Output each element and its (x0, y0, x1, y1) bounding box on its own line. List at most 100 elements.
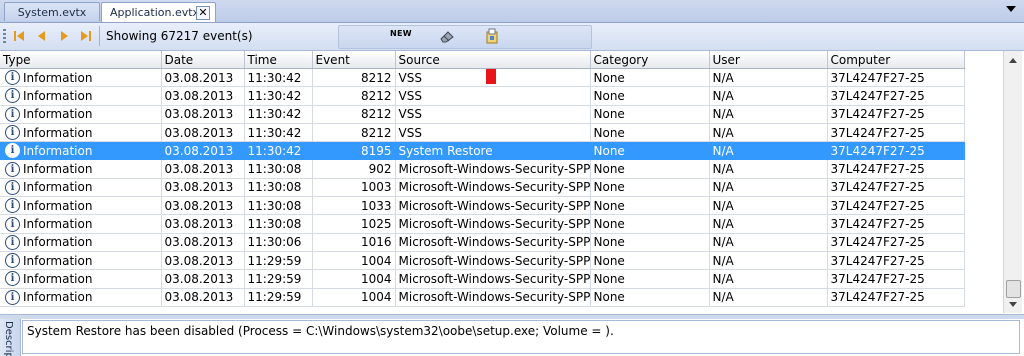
cell-computer: 37L4247F27-25 (827, 251, 965, 271)
cell-type: i Information (0, 214, 162, 234)
information-icon: i (5, 106, 20, 122)
table-row[interactable]: i Information 03.08.2013 11:30:42 8212 VSS Non… (0, 123, 965, 143)
information-icon: i (5, 125, 20, 141)
information-icon: i (5, 88, 20, 104)
table-row[interactable]: i Information 03.08.2013 11:30:08 1033 Micros… (0, 196, 965, 216)
toolbar-grip[interactable] (3, 29, 6, 43)
type-label: Information (23, 143, 93, 158)
type-label: Information (23, 271, 93, 286)
table-row[interactable]: i Information 03.08.2013 11:30:42 8212 VSS Non… (0, 86, 965, 106)
cell-event: 8195 (312, 141, 396, 161)
cell-date: 03.08.2013 (161, 196, 245, 216)
cell-type: i Information (0, 68, 162, 88)
eraser-icon[interactable] (439, 28, 455, 44)
vertical-scrollbar[interactable] (1003, 51, 1022, 313)
export-icon[interactable] (484, 28, 500, 44)
event-list-grid[interactable]: Type Date Time Event Source Category Use… (0, 51, 1002, 313)
tab-application-evtx[interactable]: Application.evtx ✕ (101, 2, 216, 22)
cell-user: N/A (709, 159, 828, 179)
cell-type: i Information (0, 105, 162, 124)
scroll-up-icon[interactable] (1006, 54, 1020, 68)
column-header-time[interactable]: Time (244, 51, 313, 69)
cell-time: 11:30:08 (244, 178, 313, 198)
cell-event: 8212 (312, 105, 396, 124)
new-filter-button[interactable]: NEW (390, 29, 412, 38)
type-label: Information (23, 180, 93, 195)
column-header-user[interactable]: User (709, 51, 828, 69)
cell-source: Microsoft-Windows-Security-SPP (395, 159, 591, 179)
scroll-down-icon[interactable] (1006, 297, 1020, 311)
event-table: Type Date Time Event Source Category Use… (0, 51, 965, 307)
cell-event: 1004 (312, 288, 396, 307)
cell-type: i Information (0, 86, 162, 106)
cell-type: i Information (0, 123, 162, 143)
cell-date: 03.08.2013 (161, 233, 245, 252)
type-label: Information (23, 235, 93, 250)
cell-time: 11:29:59 (244, 288, 313, 307)
type-label: Information (23, 198, 93, 213)
information-icon: i (5, 161, 20, 177)
cell-time: 11:30:42 (244, 123, 313, 143)
column-header-category[interactable]: Category (590, 51, 710, 69)
table-row[interactable]: i Information 03.08.2013 11:29:59 1004 Micros… (0, 269, 965, 289)
close-icon[interactable]: ✕ (196, 6, 210, 20)
table-row[interactable]: i Information 03.08.2013 11:29:59 1004 Micros… (0, 288, 965, 307)
table-row[interactable]: i Information 03.08.2013 11:30:08 1025 Micros… (0, 214, 965, 234)
cell-date: 03.08.2013 (161, 269, 245, 289)
cell-source: VSS (395, 105, 591, 124)
cell-category: None (590, 141, 710, 161)
tab-system-evtx[interactable]: System.evtx (4, 2, 100, 21)
column-header-date[interactable]: Date (161, 51, 245, 69)
cell-type: i Information (0, 196, 162, 216)
cell-type: i Information (0, 159, 162, 179)
information-icon: i (5, 143, 20, 159)
cell-category: None (590, 233, 710, 252)
table-row[interactable]: i Information 03.08.2013 11:30:42 8212 VSS Non… (0, 68, 965, 88)
description-side-tab[interactable]: Description (0, 319, 21, 356)
toolbar-separator (99, 26, 100, 46)
table-row-selected[interactable]: i Information 03.08.2013 11:30:42 8195 System… (0, 141, 965, 161)
cell-source: VSS (395, 123, 591, 143)
type-label: Information (23, 253, 93, 268)
description-pane[interactable]: System Restore has been disabled (Proces… (22, 320, 1020, 354)
next-page-icon[interactable] (58, 30, 70, 42)
information-icon: i (5, 198, 20, 214)
table-row[interactable]: i Information 03.08.2013 11:30:06 1016 Micros… (0, 233, 965, 252)
cell-date: 03.08.2013 (161, 86, 245, 106)
last-page-icon[interactable] (80, 30, 92, 42)
information-icon: i (5, 289, 20, 305)
table-row[interactable]: i Information 03.08.2013 11:30:08 1003 Micros… (0, 178, 965, 198)
column-header-event[interactable]: Event (312, 51, 396, 69)
cell-time: 11:30:08 (244, 196, 313, 216)
previous-page-icon[interactable] (36, 30, 48, 42)
cell-date: 03.08.2013 (161, 123, 245, 143)
cell-date: 03.08.2013 (161, 159, 245, 179)
cell-type: i Information (0, 233, 162, 252)
table-row[interactable]: i Information 03.08.2013 11:29:59 1004 Micros… (0, 251, 965, 271)
cell-time: 11:30:06 (244, 233, 313, 252)
cell-user: N/A (709, 288, 828, 307)
table-row[interactable]: i Information 03.08.2013 11:30:08 902 Microso… (0, 159, 965, 179)
table-row[interactable]: i Information 03.08.2013 11:30:42 8212 VSS Non… (0, 105, 965, 124)
type-label: Information (23, 70, 93, 85)
cell-user: N/A (709, 269, 828, 289)
cell-computer: 37L4247F27-25 (827, 159, 965, 179)
cell-user: N/A (709, 105, 828, 124)
cell-date: 03.08.2013 (161, 178, 245, 198)
toolbar: Showing 67217 event(s) NEW (0, 23, 1024, 51)
cell-event: 902 (312, 159, 396, 179)
information-icon: i (5, 179, 20, 195)
cell-date: 03.08.2013 (161, 105, 245, 124)
type-label: Information (23, 107, 93, 122)
cell-time: 11:30:08 (244, 214, 313, 234)
column-header-type[interactable]: Type (0, 51, 162, 69)
type-label: Information (23, 88, 93, 103)
column-header-computer[interactable]: Computer (827, 51, 965, 69)
column-header-source[interactable]: Source (395, 51, 591, 69)
scrollbar-thumb[interactable] (1006, 280, 1021, 298)
cell-computer: 37L4247F27-25 (827, 86, 965, 106)
cell-category: None (590, 196, 710, 216)
tab-list-dropdown-icon[interactable] (1006, 6, 1016, 12)
pane-splitter[interactable] (0, 314, 1024, 319)
first-page-icon[interactable] (13, 30, 25, 42)
